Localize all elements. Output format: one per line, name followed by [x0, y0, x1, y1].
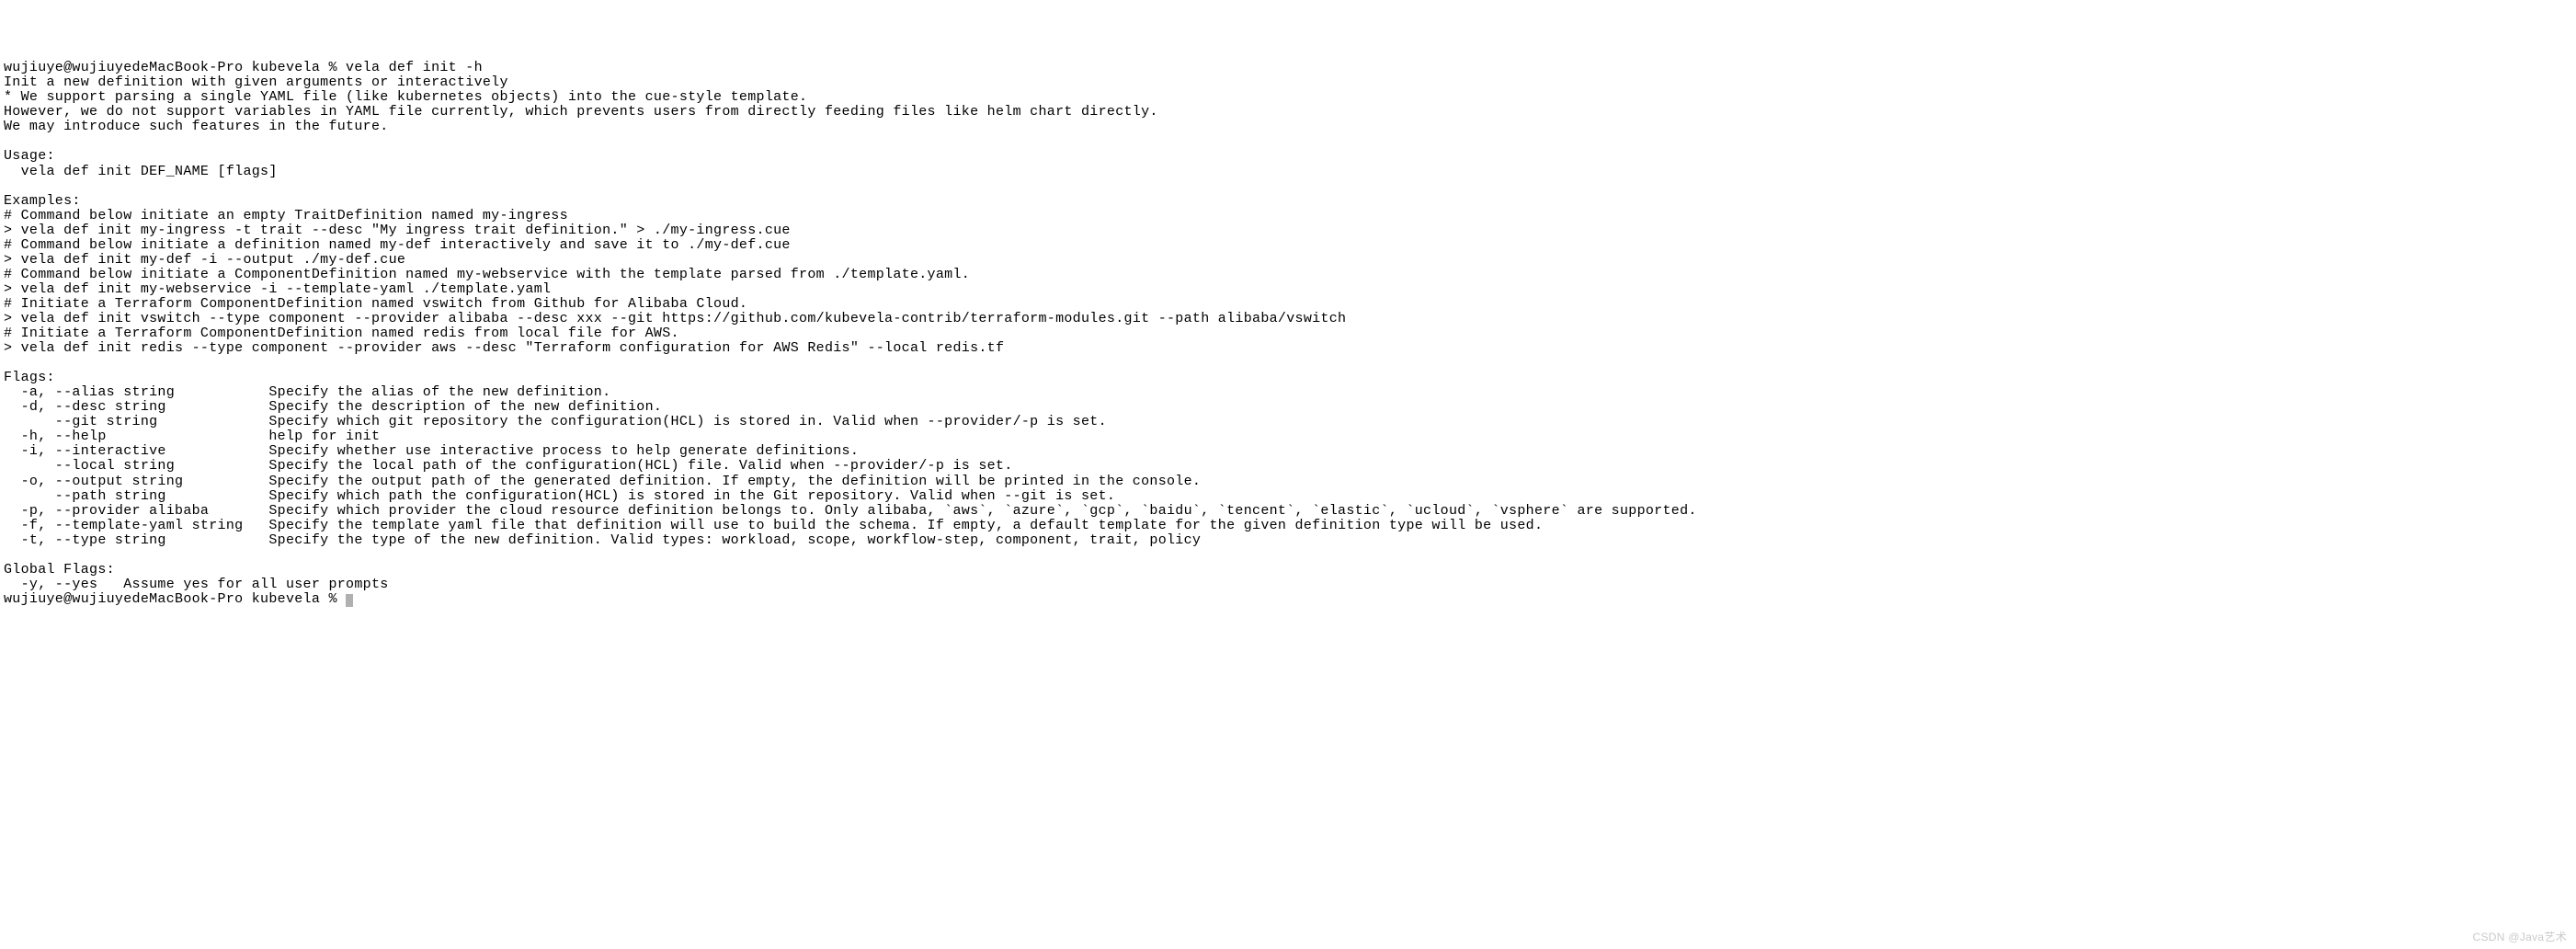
prompt-line: wujiuye@wujiuyedeMacBook-Pro kubevela % …	[4, 60, 483, 75]
help-intro-4: We may introduce such features in the fu…	[4, 119, 389, 134]
example-cmd-3: > vela def init my-webservice -i --templ…	[4, 281, 551, 297]
example-comment-2: # Command below initiate a definition na…	[4, 237, 791, 253]
flag-alias: -a, --alias string Specify the alias of …	[4, 384, 610, 400]
help-intro-3: However, we do not support variables in …	[4, 104, 1158, 120]
example-comment-3: # Command below initiate a ComponentDefi…	[4, 267, 970, 282]
examples-header: Examples:	[4, 193, 81, 209]
flag-git: --git string Specify which git repositor…	[4, 414, 1107, 429]
flag-type: -t, --type string Specify the type of th…	[4, 532, 1201, 548]
flag-local: --local string Specify the local path of…	[4, 458, 1013, 474]
example-cmd-4: > vela def init vswitch --type component…	[4, 311, 1346, 326]
example-comment-4: # Initiate a Terraform ComponentDefiniti…	[4, 296, 747, 312]
flag-output: -o, --output string Specify the output p…	[4, 474, 1201, 489]
global-flag-yes: -y, --yes Assume yes for all user prompt…	[4, 577, 389, 592]
global-flags-header: Global Flags:	[4, 562, 115, 577]
help-intro-1: Init a new definition with given argumen…	[4, 74, 508, 90]
usage-header: Usage:	[4, 148, 55, 164]
example-cmd-5: > vela def init redis --type component -…	[4, 340, 1004, 356]
watermark-text: CSDN @Java艺术	[2473, 932, 2567, 943]
prompt-line-2[interactable]: wujiuye@wujiuyedeMacBook-Pro kubevela %	[4, 591, 353, 607]
flag-path: --path string Specify which path the con…	[4, 488, 1115, 504]
flag-desc: -d, --desc string Specify the descriptio…	[4, 399, 662, 415]
usage-line: vela def init DEF_NAME [flags]	[4, 164, 278, 179]
example-cmd-1: > vela def init my-ingress -t trait --de…	[4, 223, 791, 238]
example-cmd-2: > vela def init my-def -i --output ./my-…	[4, 252, 405, 268]
flag-template-yaml: -f, --template-yaml string Specify the t…	[4, 518, 1543, 533]
flags-header: Flags:	[4, 370, 55, 385]
prompt-text: wujiuye@wujiuyedeMacBook-Pro kubevela %	[4, 591, 346, 607]
cursor-icon	[346, 594, 353, 607]
example-comment-1: # Command below initiate an empty TraitD…	[4, 208, 568, 223]
example-comment-5: # Initiate a Terraform ComponentDefiniti…	[4, 326, 679, 341]
flag-provider: -p, --provider alibaba Specify which pro…	[4, 503, 1697, 519]
terminal-output: wujiuye@wujiuyedeMacBook-Pro kubevela % …	[4, 61, 2572, 607]
flag-interactive: -i, --interactive Specify whether use in…	[4, 443, 859, 459]
help-intro-2: * We support parsing a single YAML file …	[4, 89, 807, 105]
flag-help: -h, --help help for init	[4, 429, 380, 444]
